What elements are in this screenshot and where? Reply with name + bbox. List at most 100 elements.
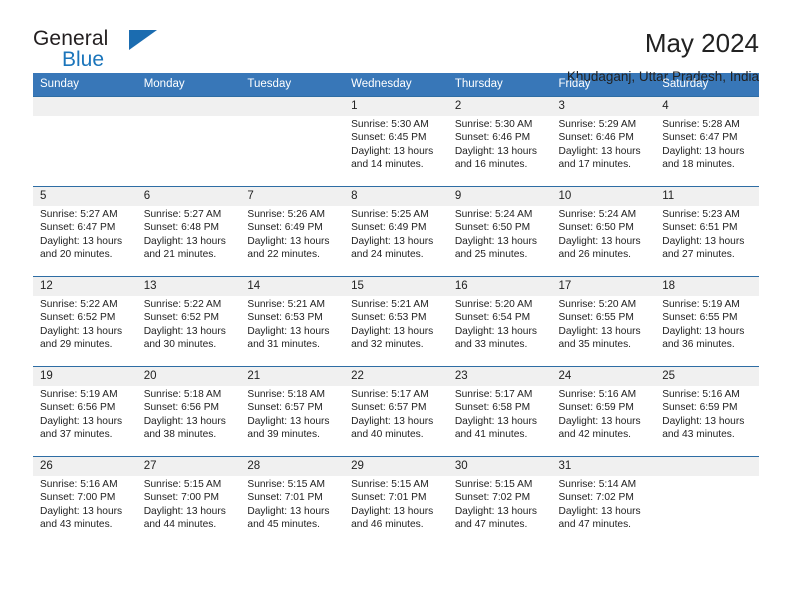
sunrise-text: Sunrise: 5:16 AM bbox=[40, 479, 118, 490]
weekday-header-tuesday: Tuesday bbox=[240, 73, 345, 97]
calendar-day-cell-empty bbox=[136, 96, 241, 187]
sunrise-text: Sunrise: 5:19 AM bbox=[40, 389, 118, 400]
sunrise-text: Sunrise: 5:24 AM bbox=[454, 209, 533, 220]
day-cell-content: 20 Sunrise: 5:18 AM Sunset: 6:56 PM Dayligh… bbox=[136, 367, 241, 456]
sunset-text: Sunset: 6:54 PM bbox=[454, 312, 531, 324]
day-cell-content: 6 Sunrise: 5:27 AM Sunset: 6:48 PM Daylight… bbox=[136, 187, 241, 276]
day-number: 19 bbox=[33, 367, 137, 386]
sunrise-text: Sunrise: 5:29 AM bbox=[558, 119, 637, 130]
day-cell-content: 31 Sunrise: 5:14 AM Sunset: 7:02 PM Dayligh… bbox=[551, 457, 656, 546]
sunrise-text: Sunrise: 5:20 AM bbox=[558, 299, 637, 310]
calendar-day-cell[interactable]: 7 Sunrise: 5:26 AM Sunset: 6:49 PM Daylight… bbox=[240, 186, 345, 277]
calendar-day-cell[interactable]: 27 Sunrise: 5:15 AM Sunset: 7:00 PM Dayligh… bbox=[136, 456, 241, 547]
sunrise-text: Sunrise: 5:22 AM bbox=[40, 299, 118, 310]
day-number: 1 bbox=[344, 97, 448, 116]
calendar-day-cell[interactable]: 6 Sunrise: 5:27 AM Sunset: 6:48 PM Daylight… bbox=[136, 186, 241, 277]
calendar-day-cell[interactable]: 29 Sunrise: 5:15 AM Sunset: 7:01 PM Dayligh… bbox=[344, 456, 448, 547]
sunset-text: Sunset: 6:47 PM bbox=[662, 132, 738, 144]
sunrise-text: Sunrise: 5:30 AM bbox=[351, 119, 429, 130]
daylight-text-line1: Daylight: 13 hours bbox=[247, 325, 330, 337]
day-sun-info: Sunrise: 5:18 AM Sunset: 6:57 PM Daylight:… bbox=[240, 386, 344, 441]
daylight-text-line2: and 37 minutes. bbox=[40, 428, 113, 440]
day-cell-content: 8 Sunrise: 5:25 AM Sunset: 6:49 PM Daylight… bbox=[344, 187, 448, 276]
calendar-day-cell[interactable]: 18 Sunrise: 5:19 AM Sunset: 6:55 PM Dayligh… bbox=[655, 276, 759, 367]
sunrise-text: Sunrise: 5:21 AM bbox=[247, 299, 325, 310]
day-cell-content: 17 Sunrise: 5:20 AM Sunset: 6:55 PM Dayligh… bbox=[551, 277, 656, 366]
daylight-text-line2: and 26 minutes. bbox=[558, 248, 632, 260]
day-number: 30 bbox=[447, 457, 552, 476]
calendar-day-cell[interactable]: 20 Sunrise: 5:18 AM Sunset: 6:56 PM Dayligh… bbox=[136, 366, 241, 457]
calendar-day-cell[interactable]: 30 Sunrise: 5:15 AM Sunset: 7:02 PM Dayligh… bbox=[447, 456, 552, 547]
day-sun-info: Sunrise: 5:16 AM Sunset: 7:00 PM Daylight:… bbox=[33, 476, 137, 531]
sunrise-text: Sunrise: 5:15 AM bbox=[247, 479, 325, 490]
day-cell-content: 25 Sunrise: 5:16 AM Sunset: 6:59 PM Dayligh… bbox=[655, 367, 759, 456]
calendar-day-cell[interactable]: 1 Sunrise: 5:30 AM Sunset: 6:45 PM Daylight… bbox=[344, 96, 448, 187]
day-number: 18 bbox=[655, 277, 759, 296]
day-cell-content bbox=[655, 457, 759, 546]
calendar-day-cell[interactable]: 11 Sunrise: 5:23 AM Sunset: 6:51 PM Dayligh… bbox=[655, 186, 759, 277]
calendar-day-cell[interactable]: 9 Sunrise: 5:24 AM Sunset: 6:50 PM Daylight… bbox=[447, 186, 552, 277]
calendar-day-cell[interactable]: 4 Sunrise: 5:28 AM Sunset: 6:47 PM Daylight… bbox=[655, 96, 759, 187]
calendar-day-cell[interactable]: 5 Sunrise: 5:27 AM Sunset: 6:47 PM Daylight… bbox=[33, 186, 137, 277]
calendar-day-cell[interactable]: 26 Sunrise: 5:16 AM Sunset: 7:00 PM Dayligh… bbox=[33, 456, 137, 547]
daylight-text-line1: Daylight: 13 hours bbox=[143, 325, 226, 337]
calendar-day-cell[interactable]: 24 Sunrise: 5:16 AM Sunset: 6:59 PM Dayligh… bbox=[551, 366, 656, 457]
daylight-text-line1: Daylight: 13 hours bbox=[351, 235, 434, 247]
daylight-text-line2: and 24 minutes. bbox=[351, 248, 424, 260]
sunset-text: Sunset: 6:48 PM bbox=[143, 222, 220, 234]
calendar-day-cell[interactable]: 28 Sunrise: 5:15 AM Sunset: 7:01 PM Dayligh… bbox=[240, 456, 345, 547]
calendar-day-cell[interactable]: 10 Sunrise: 5:24 AM Sunset: 6:50 PM Dayligh… bbox=[551, 186, 656, 277]
day-number: 23 bbox=[447, 367, 552, 386]
sunrise-text: Sunrise: 5:15 AM bbox=[143, 479, 222, 490]
day-cell-content: 4 Sunrise: 5:28 AM Sunset: 6:47 PM Daylight… bbox=[655, 97, 759, 186]
day-sun-info: Sunrise: 5:15 AM Sunset: 7:01 PM Daylight:… bbox=[344, 476, 448, 531]
calendar-day-cell[interactable]: 15 Sunrise: 5:21 AM Sunset: 6:53 PM Dayligh… bbox=[344, 276, 448, 367]
calendar-day-cell[interactable]: 3 Sunrise: 5:29 AM Sunset: 6:46 PM Daylight… bbox=[551, 96, 656, 187]
day-cell-content: 10 Sunrise: 5:24 AM Sunset: 6:50 PM Dayligh… bbox=[551, 187, 656, 276]
sunset-text: Sunset: 6:59 PM bbox=[662, 402, 738, 414]
calendar-day-cell[interactable]: 19 Sunrise: 5:19 AM Sunset: 6:56 PM Dayligh… bbox=[33, 366, 137, 457]
sunset-text: Sunset: 6:49 PM bbox=[247, 222, 323, 234]
daylight-text-line1: Daylight: 13 hours bbox=[454, 415, 537, 427]
calendar-week-row: 5 Sunrise: 5:27 AM Sunset: 6:47 PM Daylight… bbox=[33, 186, 759, 277]
day-cell-content bbox=[33, 97, 137, 186]
general-blue-logo[interactable]: General Blue bbox=[33, 27, 203, 75]
calendar-day-cell[interactable]: 25 Sunrise: 5:16 AM Sunset: 6:59 PM Dayligh… bbox=[655, 366, 759, 457]
calendar-day-cell[interactable]: 23 Sunrise: 5:17 AM Sunset: 6:58 PM Dayligh… bbox=[447, 366, 552, 457]
calendar-day-cell[interactable]: 22 Sunrise: 5:17 AM Sunset: 6:57 PM Dayligh… bbox=[344, 366, 448, 457]
sunrise-text: Sunrise: 5:19 AM bbox=[662, 299, 740, 310]
day-sun-info: Sunrise: 5:30 AM Sunset: 6:45 PM Daylight:… bbox=[344, 116, 448, 171]
calendar-day-cell[interactable]: 8 Sunrise: 5:25 AM Sunset: 6:49 PM Daylight… bbox=[344, 186, 448, 277]
calendar-day-cell[interactable]: 14 Sunrise: 5:21 AM Sunset: 6:53 PM Dayligh… bbox=[240, 276, 345, 367]
daylight-text-line2: and 17 minutes. bbox=[558, 158, 632, 170]
day-cell-content: 30 Sunrise: 5:15 AM Sunset: 7:02 PM Dayligh… bbox=[447, 457, 552, 546]
day-cell-content: 1 Sunrise: 5:30 AM Sunset: 6:45 PM Daylight… bbox=[344, 97, 448, 186]
weekday-header-thursday: Thursday bbox=[447, 73, 552, 97]
calendar-day-cell[interactable]: 16 Sunrise: 5:20 AM Sunset: 6:54 PM Dayligh… bbox=[447, 276, 552, 367]
calendar-day-cell[interactable]: 31 Sunrise: 5:14 AM Sunset: 7:02 PM Dayligh… bbox=[551, 456, 656, 547]
day-sun-info: Sunrise: 5:21 AM Sunset: 6:53 PM Daylight:… bbox=[240, 296, 344, 351]
daylight-text-line2: and 22 minutes. bbox=[247, 248, 320, 260]
daylight-text-line1: Daylight: 13 hours bbox=[454, 235, 537, 247]
calendar-day-cell[interactable]: 21 Sunrise: 5:18 AM Sunset: 6:57 PM Dayligh… bbox=[240, 366, 345, 457]
calendar-week-row: 26 Sunrise: 5:16 AM Sunset: 7:00 PM Dayligh… bbox=[33, 456, 759, 547]
calendar-day-cell[interactable]: 17 Sunrise: 5:20 AM Sunset: 6:55 PM Dayligh… bbox=[551, 276, 656, 367]
daylight-text-line1: Daylight: 13 hours bbox=[558, 325, 641, 337]
calendar-day-cell-empty bbox=[33, 96, 137, 187]
day-number: 25 bbox=[655, 367, 759, 386]
day-number: 12 bbox=[33, 277, 137, 296]
calendar-day-cell[interactable]: 13 Sunrise: 5:22 AM Sunset: 6:52 PM Dayligh… bbox=[136, 276, 241, 367]
day-number: 13 bbox=[136, 277, 241, 296]
day-cell-content: 7 Sunrise: 5:26 AM Sunset: 6:49 PM Daylight… bbox=[240, 187, 345, 276]
daylight-text-line1: Daylight: 13 hours bbox=[143, 505, 226, 517]
calendar-grid: Sunday Monday Tuesday Wednesday Thursday Frid… bbox=[33, 73, 759, 547]
daylight-text-line2: and 43 minutes. bbox=[662, 428, 735, 440]
calendar-day-cell[interactable]: 12 Sunrise: 5:22 AM Sunset: 6:52 PM Dayligh… bbox=[33, 276, 137, 367]
day-cell-content: 5 Sunrise: 5:27 AM Sunset: 6:47 PM Daylight… bbox=[33, 187, 137, 276]
sunrise-text: Sunrise: 5:27 AM bbox=[40, 209, 118, 220]
calendar-day-cell[interactable]: 2 Sunrise: 5:30 AM Sunset: 6:46 PM Daylight… bbox=[447, 96, 552, 187]
sunset-text: Sunset: 6:53 PM bbox=[351, 312, 427, 324]
daylight-text-line1: Daylight: 13 hours bbox=[558, 505, 641, 517]
day-sun-info: Sunrise: 5:15 AM Sunset: 7:01 PM Daylight:… bbox=[240, 476, 344, 531]
daylight-text-line1: Daylight: 13 hours bbox=[454, 505, 537, 517]
